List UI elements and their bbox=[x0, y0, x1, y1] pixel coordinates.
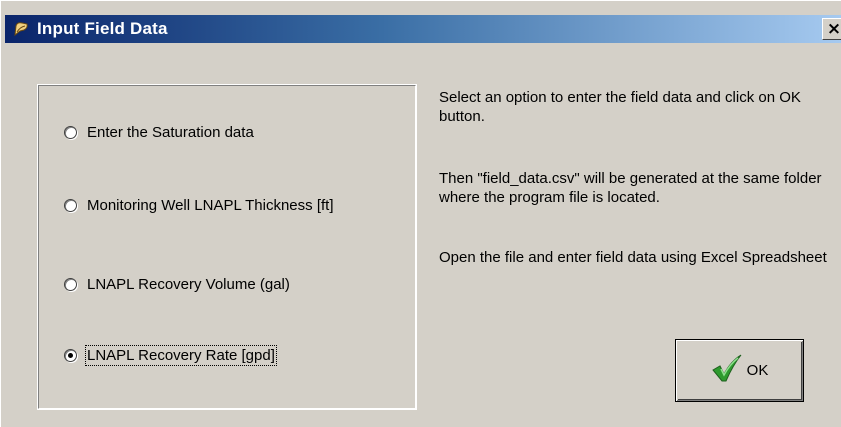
radio-recovery-volume[interactable] bbox=[64, 278, 77, 291]
option-label-saturation: Enter the Saturation data bbox=[87, 124, 254, 141]
instruction-select-option: Select an option to enter the field data… bbox=[439, 89, 801, 125]
option-label-recovery-volume: LNAPL Recovery Volume (gal) bbox=[87, 276, 290, 293]
dialog-window: Input Field Data × Enter the Saturation … bbox=[0, 0, 841, 427]
instruction-file-generated: Then "field_data.csv" will be generated … bbox=[439, 170, 822, 206]
option-label-lnapl-thickness: Monitoring Well LNAPL Thickness [ft] bbox=[87, 197, 334, 214]
title-bar[interactable]: Input Field Data × bbox=[5, 15, 841, 43]
radio-lnapl-thickness[interactable] bbox=[64, 199, 77, 212]
ok-label: OK bbox=[746, 362, 769, 379]
option-recovery-volume[interactable]: LNAPL Recovery Volume (gal) bbox=[64, 276, 290, 293]
option-saturation[interactable]: Enter the Saturation data bbox=[64, 124, 254, 141]
close-button[interactable]: × bbox=[822, 18, 841, 40]
ok-button[interactable]: OK bbox=[675, 339, 804, 402]
radio-saturation[interactable] bbox=[64, 126, 77, 139]
instruction-open-file: Open the file and enter field data using… bbox=[439, 249, 827, 266]
radio-recovery-rate[interactable] bbox=[64, 349, 77, 362]
checkmark-icon bbox=[711, 353, 743, 388]
option-label-recovery-rate: LNAPL Recovery Rate [gpd] bbox=[85, 345, 277, 366]
option-recovery-rate[interactable]: LNAPL Recovery Rate [gpd] bbox=[64, 345, 277, 366]
options-group: Enter the Saturation data Monitoring Wel… bbox=[37, 84, 417, 410]
app-icon bbox=[11, 19, 31, 39]
window-title: Input Field Data bbox=[37, 19, 168, 38]
option-lnapl-thickness[interactable]: Monitoring Well LNAPL Thickness [ft] bbox=[64, 197, 334, 214]
close-icon: × bbox=[826, 19, 841, 39]
